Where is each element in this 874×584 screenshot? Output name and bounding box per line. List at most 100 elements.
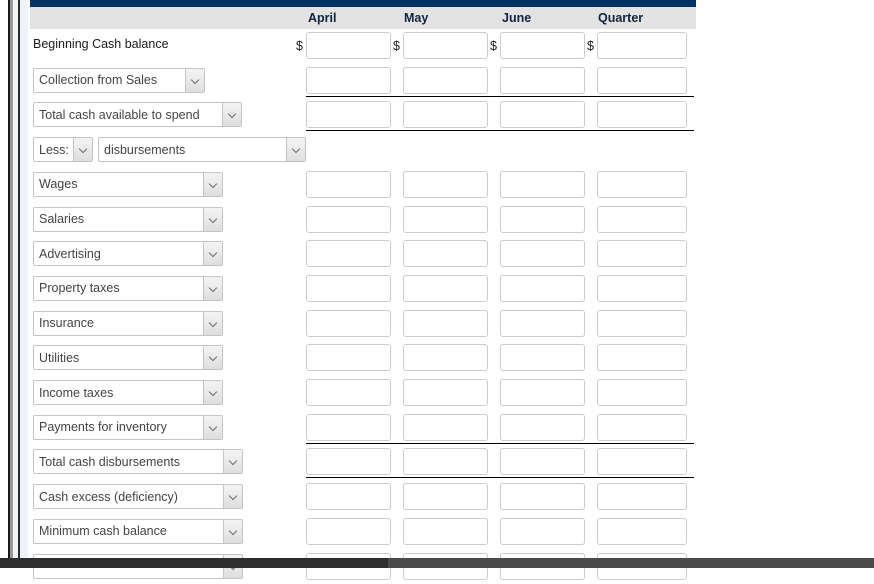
select-insurance[interactable]: Insurance bbox=[33, 310, 223, 336]
select-cash-excess-deficiency[interactable]: Cash excess (deficiency) bbox=[33, 484, 243, 510]
select-collection-from-sales[interactable]: Collection from Sales bbox=[33, 67, 205, 93]
horizontal-scrollbar-thumb[interactable] bbox=[0, 558, 388, 568]
horizontal-scrollbar-track[interactable] bbox=[388, 558, 874, 568]
select-value: Salaries bbox=[39, 212, 85, 226]
input-total-cash-disbursements-june[interactable] bbox=[500, 448, 585, 476]
worksheet-row: Less: disbursements bbox=[28, 133, 874, 167]
input-cash-excess-deficiency-quarter[interactable] bbox=[597, 483, 687, 511]
input-property-taxes-may[interactable] bbox=[403, 274, 488, 302]
input-beginning-cash-balance-june[interactable] bbox=[500, 32, 585, 59]
input-wages-may[interactable] bbox=[403, 170, 488, 198]
select-income-taxes[interactable]: Income taxes bbox=[33, 380, 223, 405]
worksheet-row: Property taxes bbox=[28, 272, 874, 306]
input-collection-from-sales-may[interactable] bbox=[403, 66, 488, 94]
worksheet-row: Wages bbox=[28, 168, 874, 202]
select-salaries[interactable]: Salaries bbox=[33, 206, 223, 232]
input-insurance-quarter[interactable] bbox=[597, 309, 687, 337]
select-utilities[interactable]: Utilities bbox=[33, 345, 223, 371]
select-total-cash-available-to-spend[interactable]: Total cash available to spend bbox=[33, 102, 242, 128]
input-total-cash-available-to-spend-quarter[interactable] bbox=[597, 101, 687, 129]
select-property-taxes[interactable]: Property taxes bbox=[33, 275, 223, 301]
chevron-down-icon[interactable] bbox=[203, 207, 222, 231]
input-advertising-april[interactable] bbox=[306, 240, 391, 268]
select-less-disbursements-category[interactable]: disbursements bbox=[98, 137, 306, 163]
input-minimum-cash-balance-april[interactable] bbox=[306, 517, 391, 545]
column-header-may: May bbox=[404, 11, 429, 25]
input-payments-for-inventory-quarter[interactable] bbox=[597, 413, 687, 441]
subtotal-rule bbox=[306, 442, 694, 444]
chevron-down-icon[interactable] bbox=[286, 138, 305, 162]
chevron-down-icon[interactable] bbox=[203, 415, 222, 439]
input-salaries-june[interactable] bbox=[500, 205, 585, 233]
input-collection-from-sales-april[interactable] bbox=[306, 66, 391, 94]
chevron-down-icon[interactable] bbox=[73, 138, 92, 162]
chevron-down-icon[interactable] bbox=[203, 172, 222, 196]
input-utilities-april[interactable] bbox=[306, 344, 391, 372]
chevron-down-icon[interactable] bbox=[203, 276, 222, 300]
chevron-down-icon[interactable] bbox=[203, 242, 222, 266]
worksheet-row: Total cash available to spend bbox=[28, 98, 874, 132]
chevron-down-icon[interactable] bbox=[203, 311, 222, 335]
input-cash-excess-deficiency-may[interactable] bbox=[403, 483, 488, 511]
input-payments-for-inventory-may[interactable] bbox=[403, 413, 488, 441]
input-minimum-cash-balance-quarter[interactable] bbox=[597, 517, 687, 545]
horizontal-scrollbar[interactable] bbox=[0, 558, 874, 568]
select-advertising[interactable]: Advertising bbox=[33, 241, 223, 267]
chevron-down-icon[interactable] bbox=[222, 103, 241, 127]
chrome-gutter bbox=[20, 0, 28, 568]
currency-symbol: $ bbox=[393, 39, 400, 53]
input-advertising-may[interactable] bbox=[403, 240, 488, 268]
input-salaries-quarter[interactable] bbox=[597, 205, 687, 233]
input-wages-april[interactable] bbox=[306, 170, 391, 198]
input-property-taxes-april[interactable] bbox=[306, 274, 391, 302]
chevron-down-icon[interactable] bbox=[223, 485, 242, 509]
input-utilities-quarter[interactable] bbox=[597, 344, 687, 372]
input-total-cash-available-to-spend-may[interactable] bbox=[403, 101, 488, 129]
input-minimum-cash-balance-june[interactable] bbox=[500, 517, 585, 545]
input-cash-excess-deficiency-april[interactable] bbox=[306, 483, 391, 511]
subtotal-rule bbox=[306, 95, 694, 97]
select-less-disbursements-qualifier[interactable]: Less: bbox=[33, 137, 93, 163]
input-salaries-april[interactable] bbox=[306, 205, 391, 233]
input-income-taxes-may[interactable] bbox=[403, 379, 488, 406]
input-income-taxes-june[interactable] bbox=[500, 379, 585, 406]
input-insurance-april[interactable] bbox=[306, 309, 391, 337]
input-total-cash-disbursements-may[interactable] bbox=[403, 448, 488, 476]
chevron-down-icon[interactable] bbox=[223, 450, 242, 474]
input-total-cash-available-to-spend-june[interactable] bbox=[500, 101, 585, 129]
input-total-cash-disbursements-quarter[interactable] bbox=[597, 448, 687, 476]
select-wages[interactable]: Wages bbox=[33, 171, 223, 197]
currency-symbol: $ bbox=[296, 39, 303, 53]
input-property-taxes-june[interactable] bbox=[500, 274, 585, 302]
chevron-down-icon[interactable] bbox=[203, 346, 222, 370]
input-utilities-may[interactable] bbox=[403, 344, 488, 372]
input-insurance-may[interactable] bbox=[403, 309, 488, 337]
input-payments-for-inventory-june[interactable] bbox=[500, 413, 585, 441]
select-payments-for-inventory[interactable]: Payments for inventory bbox=[33, 414, 223, 440]
input-wages-quarter[interactable] bbox=[597, 170, 687, 198]
input-collection-from-sales-quarter[interactable] bbox=[597, 66, 687, 94]
input-wages-june[interactable] bbox=[500, 170, 585, 198]
select-minimum-cash-balance[interactable]: Minimum cash balance bbox=[33, 518, 243, 544]
chevron-down-icon[interactable] bbox=[203, 381, 222, 404]
select-total-cash-disbursements[interactable]: Total cash disbursements bbox=[33, 449, 243, 475]
input-total-cash-available-to-spend-april[interactable] bbox=[306, 101, 391, 129]
input-property-taxes-quarter[interactable] bbox=[597, 274, 687, 302]
input-insurance-june[interactable] bbox=[500, 309, 585, 337]
chevron-down-icon[interactable] bbox=[185, 68, 204, 92]
input-minimum-cash-balance-may[interactable] bbox=[403, 517, 488, 545]
input-advertising-june[interactable] bbox=[500, 240, 585, 268]
input-beginning-cash-balance-may[interactable] bbox=[403, 32, 488, 59]
input-utilities-june[interactable] bbox=[500, 344, 585, 372]
input-advertising-quarter[interactable] bbox=[597, 240, 687, 268]
input-collection-from-sales-june[interactable] bbox=[500, 66, 585, 94]
input-beginning-cash-balance-april[interactable] bbox=[306, 32, 391, 59]
input-cash-excess-deficiency-june[interactable] bbox=[500, 483, 585, 511]
input-payments-for-inventory-april[interactable] bbox=[306, 413, 391, 441]
chevron-down-icon[interactable] bbox=[223, 519, 242, 543]
input-income-taxes-april[interactable] bbox=[306, 379, 391, 406]
input-salaries-may[interactable] bbox=[403, 205, 488, 233]
input-beginning-cash-balance-quarter[interactable] bbox=[597, 32, 687, 59]
input-total-cash-disbursements-april[interactable] bbox=[306, 448, 391, 476]
input-income-taxes-quarter[interactable] bbox=[597, 379, 687, 406]
